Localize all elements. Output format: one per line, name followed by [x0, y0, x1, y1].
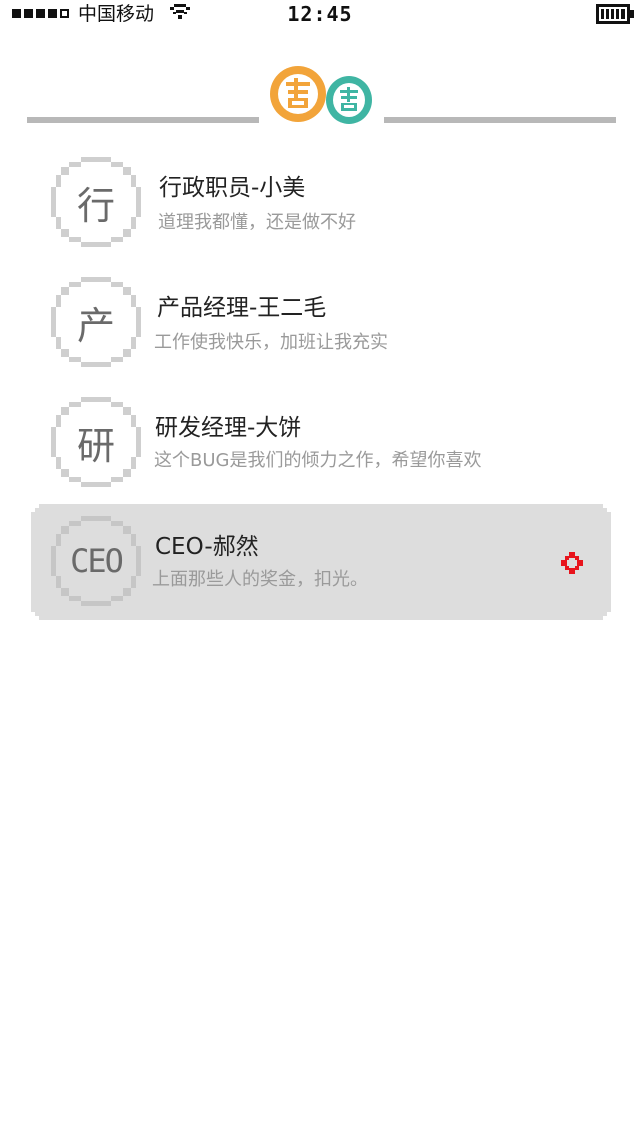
red-pixel-cross-icon: [561, 552, 583, 574]
list-item-selected[interactable]: CEO CEO-郝然 上面那些人的奖金，扣光。: [0, 504, 640, 622]
list-item[interactable]: 产 产品经理-王二毛 工作使我快乐，加班让我充实: [0, 264, 640, 382]
status-bar: 中国移动 12:45: [0, 0, 640, 28]
battery-icon: [596, 4, 634, 24]
item-title: 行政职员-小美: [159, 175, 306, 201]
item-title: CEO-郝然: [155, 534, 259, 560]
avatar-label: 研: [76, 423, 115, 468]
item-subtitle: 道理我都懂，还是做不好: [158, 212, 356, 233]
screen: 中国移动 12:45 行 行政职员-小美 道理我都懂，还是做不好 产 产品经理-…: [0, 0, 640, 1138]
list-item[interactable]: 研 研发经理-大饼 这个BUG是我们的倾力之作，希望你喜欢: [0, 384, 640, 502]
avatar: 产: [51, 277, 141, 367]
app-logo: [270, 66, 372, 124]
item-subtitle: 工作使我快乐，加班让我充实: [154, 332, 388, 353]
item-subtitle: 上面那些人的奖金，扣光。: [152, 569, 368, 590]
item-subtitle: 这个BUG是我们的倾力之作，希望你喜欢: [154, 450, 482, 471]
avatar-label: 行: [76, 183, 115, 228]
item-title: 研发经理-大饼: [155, 415, 302, 441]
avatar: CEO: [51, 516, 141, 606]
list-item[interactable]: 行 行政职员-小美 道理我都懂，还是做不好: [0, 144, 640, 262]
avatar-label: CEO: [70, 542, 124, 580]
avatar: 研: [51, 397, 141, 487]
header-divider-right: [384, 117, 616, 123]
item-title: 产品经理-王二毛: [157, 295, 327, 321]
status-time: 12:45: [287, 2, 353, 26]
avatar: 行: [51, 157, 141, 247]
header-divider-left: [27, 117, 259, 123]
avatar-label: 产: [76, 303, 115, 348]
